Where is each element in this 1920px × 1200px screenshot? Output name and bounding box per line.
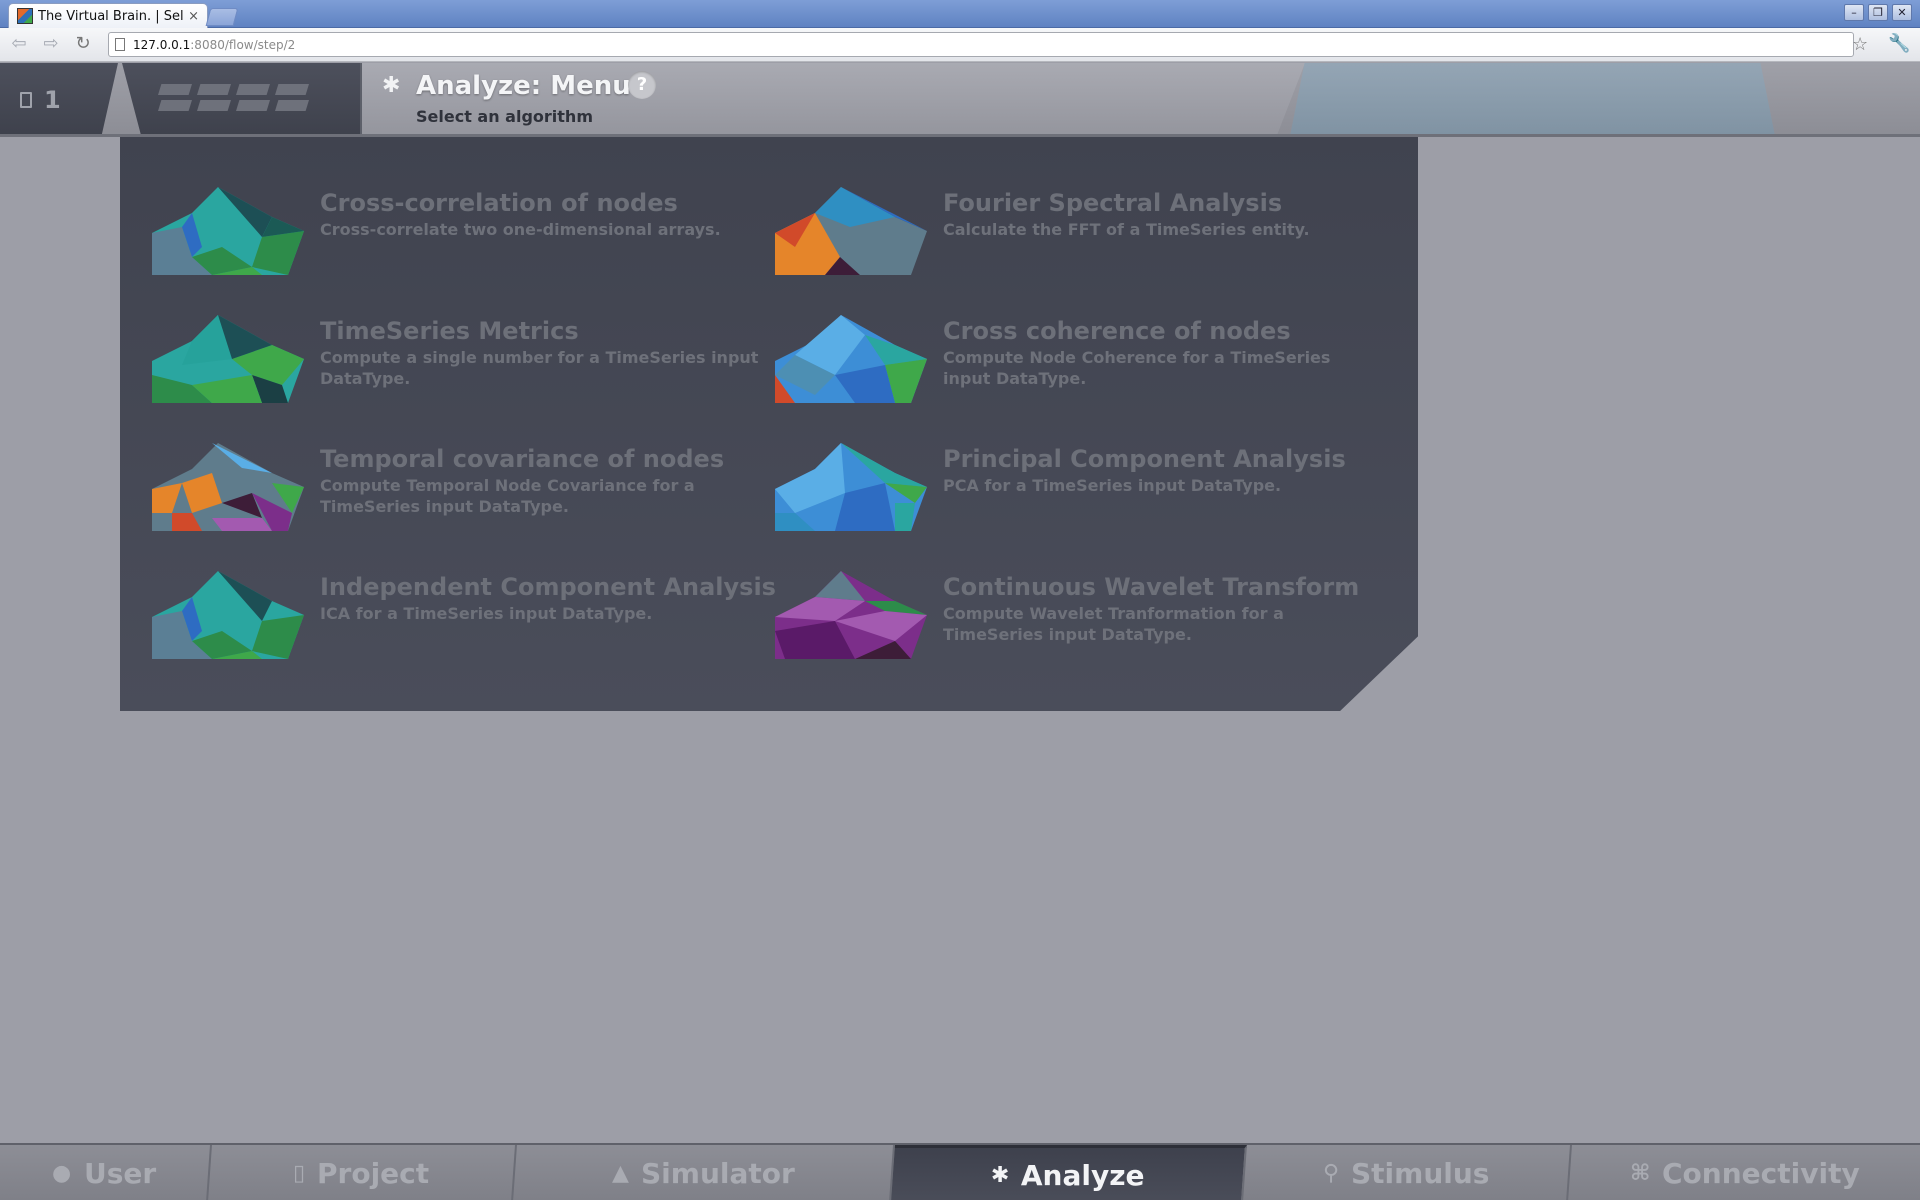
nav-user-label: User — [83, 1157, 156, 1190]
document-icon: ▯ — [293, 1161, 306, 1186]
algorithm-title[interactable]: Principal Component Analysis — [943, 445, 1346, 473]
operations-grid-icon[interactable] — [158, 84, 309, 111]
nav-stimulus[interactable]: ⚲ Stimulus — [1243, 1145, 1572, 1200]
algorithm-title[interactable]: Independent Component Analysis — [320, 573, 776, 601]
algorithm-title[interactable]: Fourier Spectral Analysis — [943, 189, 1282, 217]
wrench-icon[interactable]: 🔧 — [1888, 33, 1910, 54]
browser-toolbar: ⇦ ⇨ ↻ 127.0.0.1 :8080/flow/step/2 ☆ 🔧 — [0, 28, 1920, 62]
algorithm-description: Calculate the FFT of a TimeSeries entity… — [943, 220, 1310, 239]
algorithm-item[interactable]: Cross-correlation of nodes Cross-correla… — [152, 137, 752, 275]
nav-analyze-label: Analyze — [1021, 1158, 1145, 1192]
back-arrow-icon[interactable]: ⇦ — [6, 32, 32, 58]
algorithm-description: PCA for a TimeSeries input DataType. — [943, 476, 1282, 495]
forward-arrow-icon[interactable]: ⇨ — [38, 32, 64, 58]
bookmark-star-icon[interactable]: ☆ — [1852, 34, 1868, 55]
algo-timeseries-metrics-icon — [152, 315, 304, 403]
algorithm-item[interactable]: Cross coherence of nodes Compute Node Co… — [775, 265, 1375, 403]
algorithm-item[interactable]: Continuous Wavelet Transform Compute Wav… — [775, 521, 1375, 659]
algorithm-title[interactable]: Continuous Wavelet Transform — [943, 573, 1359, 601]
algorithm-item[interactable]: Fourier Spectral Analysis Calculate the … — [775, 137, 1375, 275]
algorithm-item[interactable]: Independent Component Analysis ICA for a… — [152, 521, 776, 659]
pin-icon: ⚲ — [1323, 1161, 1340, 1186]
algo-cross-coherence-icon — [775, 315, 927, 403]
url-path: :8080/flow/step/2 — [190, 37, 296, 52]
new-tab-button[interactable] — [205, 8, 239, 26]
tvb-favicon-icon — [17, 8, 33, 24]
algo-wavelet-icon — [775, 571, 927, 659]
algo-fourier-icon — [775, 187, 927, 275]
page-title: Analyze: Menu — [416, 71, 631, 101]
nav-connectivity[interactable]: ⌘ Connectivity — [1568, 1145, 1920, 1200]
nav-project[interactable]: ▯ Project — [208, 1145, 517, 1200]
app-header: 1 ✱ Analyze: Menu ? Select an algorithm — [0, 63, 1920, 136]
browser-tab-strip: The Virtual Brain. | Sele × – ❐ ✕ — [0, 0, 1920, 28]
header-right-panel — [1290, 63, 1775, 136]
gear-icon: ✱ — [382, 73, 401, 98]
page-icon — [115, 38, 125, 51]
algorithm-description: Compute Node Coherence for a TimeSeries … — [943, 348, 1331, 388]
nav-simulator[interactable]: ▲ Simulator — [513, 1145, 895, 1200]
tab-close-icon[interactable]: × — [188, 9, 199, 24]
address-bar[interactable]: 127.0.0.1 :8080/flow/step/2 — [108, 32, 1854, 57]
algorithm-description: Cross-correlate two one-dimensional arra… — [320, 220, 721, 239]
reload-icon[interactable]: ↻ — [70, 32, 96, 58]
algorithm-description: Compute Temporal Node Covariance for a T… — [320, 476, 695, 516]
algorithm-description: ICA for a TimeSeries input DataType. — [320, 604, 653, 623]
browser-tab[interactable]: The Virtual Brain. | Sele × — [8, 3, 208, 28]
document-icon — [20, 91, 32, 108]
nav-user[interactable]: ● User — [0, 1145, 212, 1200]
gear-icon: ✱ — [990, 1162, 1010, 1188]
url-host: 127.0.0.1 — [133, 37, 191, 52]
nav-project-label: Project — [317, 1157, 430, 1190]
algorithm-title[interactable]: Cross-correlation of nodes — [320, 189, 678, 217]
help-icon[interactable]: ? — [628, 71, 656, 99]
algorithm-description: Compute Wavelet Tranformation for a Time… — [943, 604, 1284, 644]
algo-ica-icon — [152, 571, 304, 659]
algorithm-item[interactable]: Temporal covariance of nodes Compute Tem… — [152, 393, 752, 531]
algo-cross-correlation-icon — [152, 187, 304, 275]
algorithm-menu-panel: Cross-correlation of nodes Cross-correla… — [120, 137, 1418, 711]
nav-analyze[interactable]: ✱ Analyze — [891, 1145, 1247, 1200]
connectivity-icon: ⌘ — [1629, 1161, 1651, 1186]
project-counter[interactable]: 1 — [0, 63, 118, 136]
page-subtitle: Select an algorithm — [416, 107, 593, 126]
algo-pca-icon — [775, 443, 927, 531]
window-controls: – ❐ ✕ — [1844, 4, 1912, 21]
user-icon: ● — [52, 1161, 72, 1186]
nav-connectivity-label: Connectivity — [1662, 1157, 1861, 1190]
minimize-button[interactable]: – — [1844, 4, 1864, 21]
nav-simulator-label: Simulator — [640, 1157, 795, 1190]
algorithm-title[interactable]: Temporal covariance of nodes — [320, 445, 724, 473]
algorithm-title[interactable]: Cross coherence of nodes — [943, 317, 1291, 345]
restore-button[interactable]: ❐ — [1868, 4, 1888, 21]
bottom-navigation: ● User ▯ Project ▲ Simulator ✱ Analyze ⚲… — [0, 1143, 1920, 1200]
algorithm-item[interactable]: Principal Component Analysis PCA for a T… — [775, 393, 1375, 531]
algorithm-item[interactable]: TimeSeries Metrics Compute a single numb… — [152, 265, 758, 403]
project-count: 1 — [44, 85, 61, 114]
algo-temporal-covariance-icon — [152, 443, 304, 531]
nav-stimulus-label: Stimulus — [1351, 1157, 1490, 1190]
algorithm-description: Compute a single number for a TimeSeries… — [320, 348, 759, 388]
header-divider — [0, 134, 1920, 137]
algorithm-title[interactable]: TimeSeries Metrics — [320, 317, 579, 345]
tab-title: The Virtual Brain. | Sele — [38, 8, 185, 24]
rocket-icon: ▲ — [611, 1161, 629, 1186]
close-window-button[interactable]: ✕ — [1892, 4, 1912, 21]
